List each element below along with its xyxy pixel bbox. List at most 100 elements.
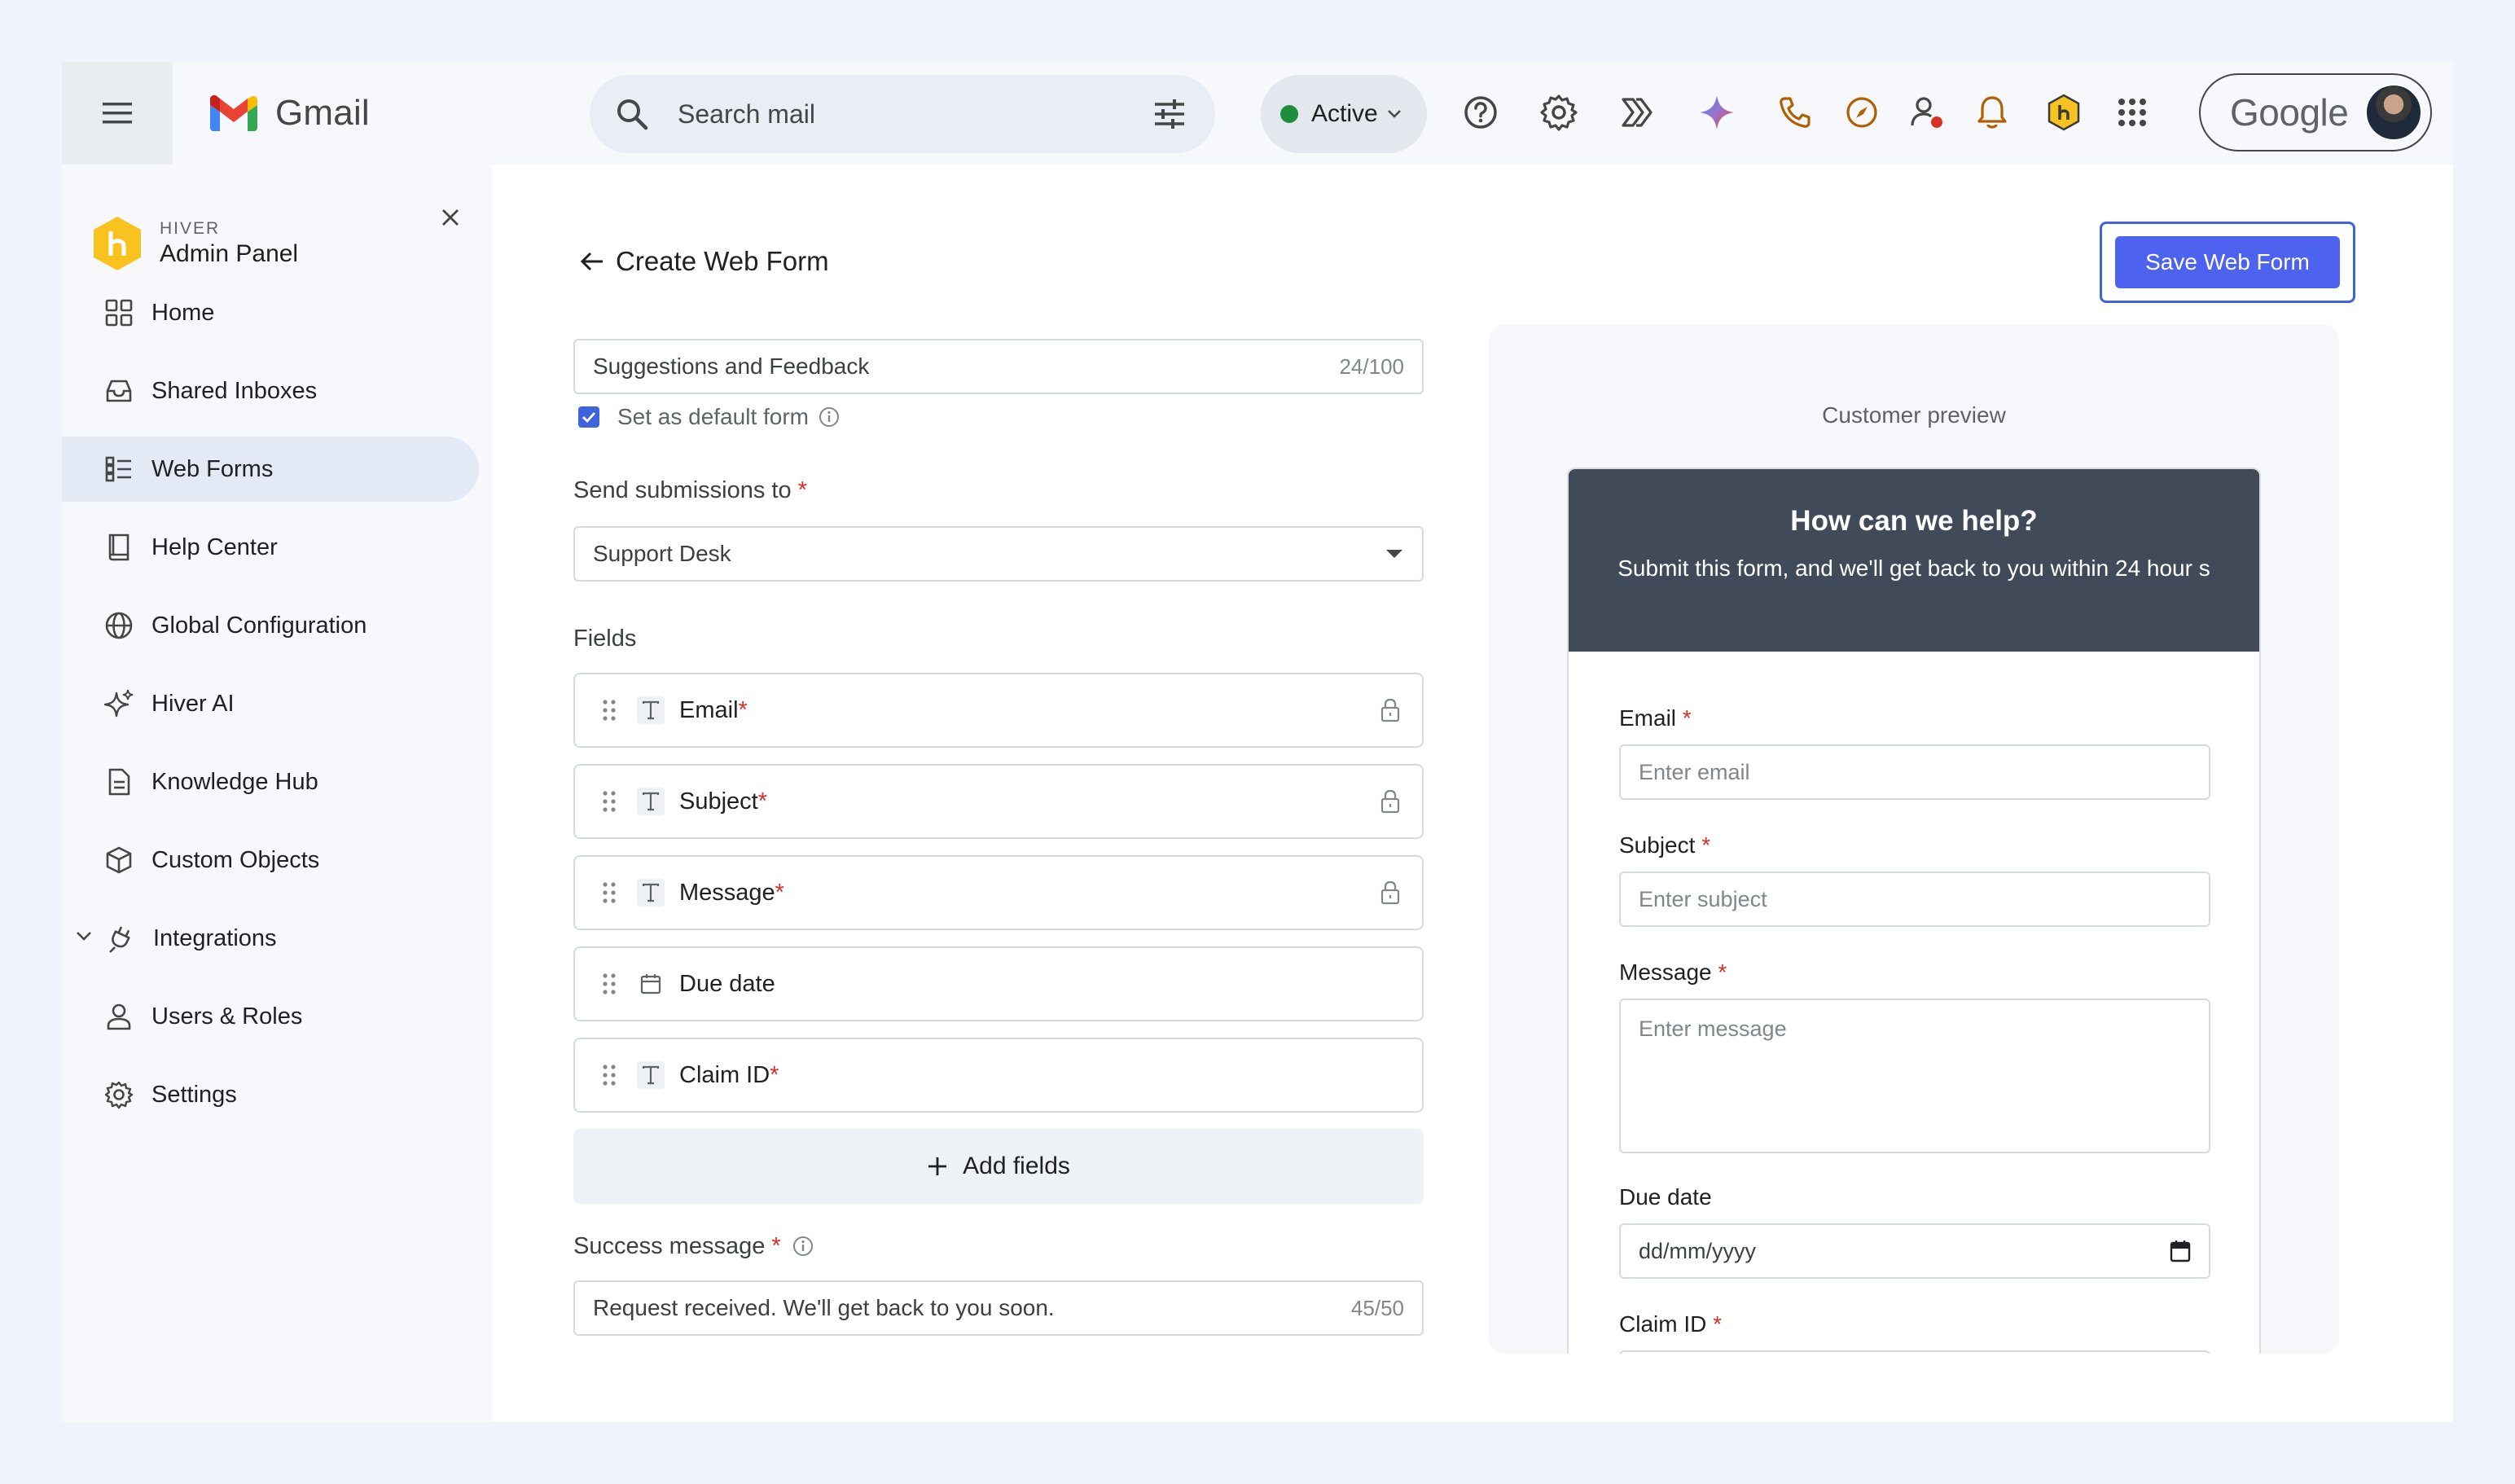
drag-handle-icon[interactable] (599, 881, 619, 904)
phone-icon (1780, 97, 1811, 128)
admin-sidebar: HIVER Admin Panel Home Shared Inboxes We… (62, 165, 492, 1422)
field-row-subject[interactable]: Subject* (573, 764, 1424, 839)
gmail-logo[interactable]: Gmail (208, 93, 370, 134)
search-bar[interactable]: Search mail (590, 75, 1215, 153)
cube-icon (101, 842, 137, 878)
sidebar-item-settings[interactable]: Settings (62, 1062, 479, 1127)
plus-icon (928, 1157, 947, 1175)
form-name-value: Suggestions and Feedback (593, 353, 870, 379)
inbox-icon (101, 373, 137, 409)
sidebar-item-global-configuration[interactable]: Global Configuration (62, 593, 479, 658)
lock-icon (1380, 698, 1400, 722)
preview-field-label: Message * (1619, 959, 1727, 985)
sidebar-item-web-forms[interactable]: Web Forms (62, 437, 479, 502)
page-title: Create Web Form (616, 246, 829, 276)
info-icon[interactable] (792, 1236, 814, 1257)
sidebar-item-help-center[interactable]: Help Center (62, 515, 479, 580)
document-icon (101, 764, 137, 800)
field-row-email[interactable]: Email* (573, 673, 1424, 748)
drag-handle-icon[interactable] (599, 699, 619, 722)
hiver-logo-icon (2048, 94, 2080, 131)
gmail-wordmark: Gmail (275, 93, 370, 133)
preview-due-date-input[interactable]: dd/mm/yyyy (1619, 1223, 2210, 1279)
sidebar-item-hiver-ai[interactable]: Hiver AI (62, 671, 479, 736)
add-fields-label: Add fields (963, 1153, 1070, 1179)
caret-down-icon (1386, 550, 1402, 558)
arrow-left-icon (580, 252, 603, 271)
gear-icon (1540, 94, 1578, 131)
preview-claim-id-input[interactable] (1619, 1350, 2210, 1354)
sidebar-item-label: Web Forms (151, 455, 274, 482)
sidebar-item-custom-objects[interactable]: Custom Objects (62, 828, 479, 893)
field-name: Email* (679, 696, 748, 723)
checkbox-checked[interactable] (578, 406, 599, 428)
search-input[interactable]: Search mail (678, 99, 815, 130)
settings-button[interactable] (1533, 86, 1585, 138)
save-web-form-button[interactable]: Save Web Form (2115, 236, 2340, 288)
hamburger-icon (103, 103, 132, 124)
preview-subject-input[interactable]: Enter subject (1619, 872, 2210, 927)
preview-message-textarea[interactable]: Enter message (1619, 999, 2210, 1153)
sidebar-item-knowledge-hub[interactable]: Knowledge Hub (62, 749, 479, 814)
gemini-button[interactable] (1691, 86, 1743, 138)
hiver-extension-button[interactable] (1611, 86, 1663, 138)
sidebar-item-label: Integrations (153, 924, 277, 951)
sparkle-icon (101, 686, 137, 722)
success-message-field[interactable]: Request received. We'll get back to you … (573, 1280, 1424, 1336)
double-chevron-icon (1622, 98, 1653, 127)
add-fields-button[interactable]: Add fields (573, 1129, 1424, 1204)
info-icon[interactable] (819, 406, 840, 428)
sidebar-item-integrations[interactable]: Integrations (62, 906, 479, 971)
field-row-due-date[interactable]: Due date (573, 946, 1424, 1021)
help-button[interactable] (1455, 86, 1507, 138)
sidebar-item-label: Hiver AI (151, 690, 235, 717)
sidebar-item-shared-inboxes[interactable]: Shared Inboxes (62, 358, 479, 424)
sidebar-item-label: Shared Inboxes (151, 377, 318, 404)
notifications-button[interactable] (1966, 86, 2018, 138)
call-button[interactable] (1769, 86, 1821, 138)
save-button-focus-ring: Save Web Form (2100, 222, 2355, 303)
preview-email-input[interactable]: Enter email (1619, 744, 2210, 800)
chevron-down-icon[interactable] (75, 930, 93, 942)
sidebar-item-label: Home (151, 299, 215, 326)
preview-field-label: Email * (1619, 705, 1692, 731)
apps-button[interactable] (2106, 86, 2158, 138)
hiver-app-button[interactable] (2038, 86, 2090, 138)
main-menu-button[interactable] (62, 62, 173, 165)
compass-icon (1846, 97, 1877, 128)
search-icon[interactable] (614, 96, 650, 132)
status-dropdown[interactable]: Active (1261, 75, 1427, 153)
sidebar-item-home[interactable]: Home (62, 280, 479, 345)
back-button[interactable]: Create Web Form (580, 246, 829, 277)
sidebar-item-label: Settings (151, 1081, 237, 1108)
google-account-button[interactable]: Google (2199, 73, 2432, 151)
drag-handle-icon[interactable] (599, 1064, 619, 1087)
gmail-m-icon (209, 94, 257, 131)
preview-field-label: Due date (1619, 1184, 1712, 1210)
field-row-message[interactable]: Message* (573, 855, 1424, 930)
user-alert-icon (1911, 97, 1942, 128)
book-icon (101, 529, 137, 565)
gear-icon (101, 1077, 137, 1113)
sidebar-item-label: Global Configuration (151, 612, 367, 639)
form-name-field[interactable]: Suggestions and Feedback 24/100 (573, 339, 1424, 394)
preview-header: How can we help? Submit this form, and w… (1569, 469, 2259, 652)
close-sidebar-button[interactable] (430, 197, 471, 238)
search-options-icon[interactable] (1152, 96, 1187, 132)
user-status-button[interactable] (1901, 86, 1953, 138)
avatar[interactable] (2365, 84, 2422, 141)
calendar-icon[interactable] (2170, 1240, 2191, 1262)
globe-icon (101, 608, 137, 643)
drag-handle-icon[interactable] (599, 973, 619, 995)
sidebar-item-users-roles[interactable]: Users & Roles (62, 984, 479, 1049)
send-to-select[interactable]: Support Desk (573, 526, 1424, 582)
default-form-checkbox[interactable]: Set as default form (578, 404, 840, 430)
field-row-claim-id[interactable]: Claim ID* (573, 1038, 1424, 1113)
preview-subheading: Submit this form, and we'll get back to … (1617, 555, 2210, 581)
preview-heading: How can we help? (1790, 505, 2038, 537)
required-marker: * (797, 477, 807, 503)
drag-handle-icon[interactable] (599, 790, 619, 813)
brand: HIVER Admin Panel (91, 215, 298, 272)
default-form-label: Set as default form (617, 404, 810, 429)
navigation-button[interactable] (1836, 86, 1888, 138)
